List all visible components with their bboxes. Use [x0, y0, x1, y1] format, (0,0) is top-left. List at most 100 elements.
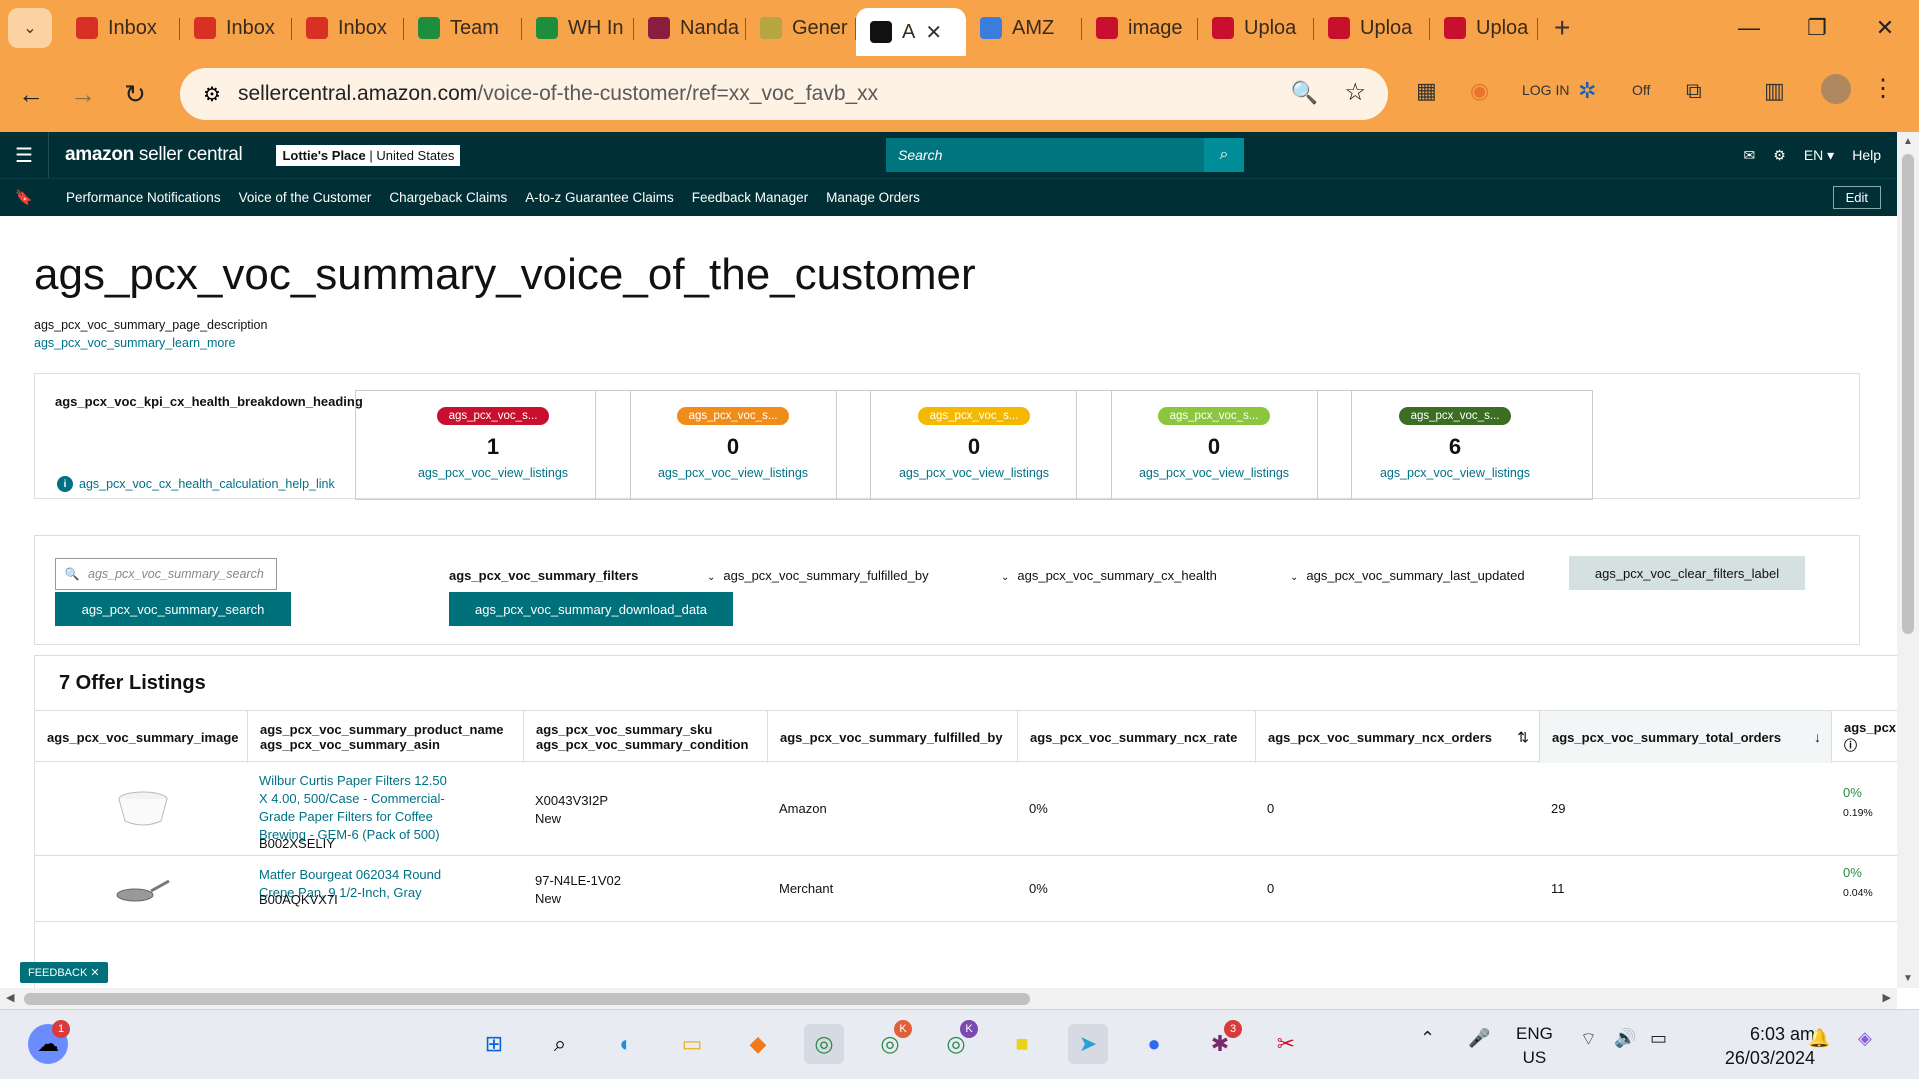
- browser-tab[interactable]: Inbox: [62, 0, 180, 56]
- extensions-puzzle-icon[interactable]: ⧉: [1686, 78, 1702, 104]
- column-header-fulfilled-by[interactable]: ags_pcx_voc_summary_fulfilled_by: [767, 711, 1017, 763]
- browser-tab[interactable]: Team: [404, 0, 522, 56]
- scrollbar-thumb[interactable]: [1902, 154, 1914, 634]
- browser-tab[interactable]: A ✕: [856, 8, 966, 56]
- horizontal-scrollbar[interactable]: ◀ ▶: [0, 988, 1897, 1009]
- close-tab-icon[interactable]: ✕: [925, 20, 942, 45]
- language-selector[interactable]: EN ▾: [1804, 147, 1834, 164]
- learn-more-link[interactable]: ags_pcx_voc_summary_learn_more: [34, 336, 235, 350]
- chrome-profile-k2-icon[interactable]: ◎ K: [936, 1020, 978, 1064]
- side-panel-icon[interactable]: ▥: [1764, 78, 1785, 104]
- view-listings-link[interactable]: ags_pcx_voc_view_listings: [1077, 466, 1351, 480]
- view-listings-link[interactable]: ags_pcx_voc_view_listings: [356, 466, 630, 480]
- chrome-profile-k-icon[interactable]: ◎ K: [870, 1020, 912, 1064]
- weather-widget-icon[interactable]: ☁ 1: [28, 1020, 70, 1064]
- battery-icon[interactable]: ▭: [1650, 1028, 1667, 1049]
- telegram-icon[interactable]: ➤: [1068, 1024, 1108, 1064]
- browser-tab[interactable]: Inbox: [292, 0, 404, 56]
- search-icon[interactable]: ⌕: [1204, 138, 1244, 172]
- nav-link[interactable]: Manage Orders: [826, 190, 920, 205]
- column-header-sku[interactable]: ags_pcx_voc_summary_sku ags_pcx_voc_summa…: [523, 711, 767, 763]
- chrome-icon[interactable]: ◎: [804, 1024, 844, 1064]
- reload-icon[interactable]: ↻: [114, 79, 156, 110]
- profile-avatar[interactable]: [1821, 74, 1851, 104]
- browser-tab[interactable]: image: [1082, 0, 1198, 56]
- nav-link[interactable]: Chargeback Claims: [389, 190, 507, 205]
- wifi-icon[interactable]: ⌔: [1580, 1028, 1597, 1051]
- edge-icon[interactable]: ◐: [606, 1024, 646, 1064]
- extension-circle-icon[interactable]: ◉: [1470, 78, 1489, 104]
- extension-gear-icon[interactable]: ✲: [1578, 78, 1596, 104]
- tab-search-button[interactable]: ⌄: [8, 8, 52, 48]
- sticky-notes-icon[interactable]: ■: [1002, 1024, 1042, 1064]
- settings-gear-icon[interactable]: ⚙: [1773, 147, 1786, 164]
- zoom-icon[interactable]: 🔍: [1291, 80, 1318, 106]
- store-switcher[interactable]: Lottie's Place | United States: [276, 144, 461, 166]
- copilot-icon[interactable]: ◈: [1858, 1028, 1872, 1049]
- volume-icon[interactable]: 🔊: [1614, 1028, 1636, 1049]
- microphone-icon[interactable]: 🎤: [1468, 1028, 1490, 1049]
- help-link[interactable]: Help: [1852, 147, 1881, 163]
- header-search-input[interactable]: Search ⌕: [886, 138, 1244, 172]
- new-tab-button[interactable]: +: [1554, 12, 1570, 44]
- off-extension-icon[interactable]: Off: [1632, 82, 1650, 98]
- sort-icon[interactable]: ⇅: [1517, 729, 1529, 746]
- nav-link[interactable]: Performance Notifications: [66, 190, 221, 205]
- last-updated-dropdown[interactable]: ⌄ ags_pcx_voc_summary_last_updated: [1290, 568, 1525, 583]
- nav-link[interactable]: Voice of the Customer: [239, 190, 372, 205]
- scrollbar-thumb[interactable]: [24, 993, 1030, 1005]
- brave-icon[interactable]: ◆: [738, 1024, 778, 1064]
- clear-filters-button[interactable]: ags_pcx_voc_clear_filters_label: [1569, 556, 1805, 590]
- qr-code-icon[interactable]: ▦: [1416, 78, 1437, 104]
- view-listings-link[interactable]: ags_pcx_voc_view_listings: [1318, 466, 1592, 480]
- zoom-icon[interactable]: ●: [1134, 1024, 1174, 1064]
- cx-health-help-link[interactable]: i ags_pcx_voc_cx_health_calculation_help_…: [57, 476, 335, 492]
- bookmark-star-icon[interactable]: ☆: [1344, 78, 1366, 107]
- input-language[interactable]: ENG US: [1516, 1022, 1553, 1070]
- column-header-product[interactable]: ags_pcx_voc_summary_product_name ags_pcx_…: [247, 711, 523, 763]
- system-clock[interactable]: 6:03 am 26/03/2024: [1725, 1022, 1815, 1070]
- cx-health-dropdown[interactable]: ⌄ ags_pcx_voc_summary_cx_health: [1001, 568, 1217, 583]
- nav-link[interactable]: A-to-z Guarantee Claims: [525, 190, 674, 205]
- mail-icon[interactable]: ✉: [1744, 147, 1756, 164]
- tray-overflow-icon[interactable]: ⌃: [1420, 1028, 1435, 1049]
- column-header-total-orders[interactable]: ags_pcx_voc_summary_total_orders ↓: [1539, 711, 1831, 763]
- file-explorer-icon[interactable]: ▭: [672, 1024, 712, 1064]
- column-header-ncx-orders[interactable]: ags_pcx_voc_summary_ncx_orders ⇅: [1255, 711, 1539, 763]
- windows-start-icon[interactable]: ⊞: [474, 1024, 514, 1064]
- back-icon[interactable]: ←: [10, 79, 52, 110]
- nav-link[interactable]: Feedback Manager: [692, 190, 808, 205]
- site-info-icon[interactable]: ⚙: [192, 82, 232, 107]
- feedback-button[interactable]: FEEDBACK ✕: [20, 962, 108, 983]
- seller-central-logo[interactable]: amazon seller central: [65, 144, 243, 166]
- browser-tab[interactable]: Uploa: [1198, 0, 1314, 56]
- maximize-icon[interactable]: ❐: [1783, 15, 1851, 41]
- column-header-ncx-rate[interactable]: ags_pcx_voc_summary_ncx_rate: [1017, 711, 1255, 763]
- product-image[interactable]: [115, 869, 171, 909]
- address-bar[interactable]: ⚙ sellercentral.amazon.com/voice-of-the-…: [180, 68, 1388, 120]
- download-data-button[interactable]: ags_pcx_voc_summary_download_data: [449, 592, 733, 626]
- browser-tab[interactable]: Inbox: [180, 0, 292, 56]
- sort-descending-icon[interactable]: ↓: [1814, 729, 1821, 745]
- view-listings-link[interactable]: ags_pcx_voc_view_listings: [596, 466, 870, 480]
- notification-bell-icon[interactable]: 🔔: [1808, 1028, 1830, 1049]
- browser-tab[interactable]: Nanda: [634, 0, 746, 56]
- close-window-icon[interactable]: ✕: [1851, 15, 1919, 41]
- search-button[interactable]: ags_pcx_voc_summary_search: [55, 592, 291, 626]
- product-name-link[interactable]: Wilbur Curtis Paper Filters 12.50 X 4.00…: [259, 772, 459, 844]
- browser-tab[interactable]: WH In: [522, 0, 634, 56]
- fulfilled-by-dropdown[interactable]: ⌄ ags_pcx_voc_summary_fulfilled_by: [707, 568, 929, 583]
- listing-search-input[interactable]: 🔍 ags_pcx_voc_summary_search: [55, 558, 277, 590]
- browser-tab[interactable]: Gener: [746, 0, 856, 56]
- column-header-extra[interactable]: ags_pcx ⓘ: [1831, 711, 1897, 763]
- snipping-tool-icon[interactable]: ✂: [1266, 1024, 1306, 1064]
- view-listings-link[interactable]: ags_pcx_voc_view_listings: [837, 466, 1111, 480]
- browser-tab[interactable]: Uploa: [1314, 0, 1430, 56]
- minimize-icon[interactable]: —: [1715, 15, 1783, 41]
- vertical-scrollbar[interactable]: ▲ ▼: [1897, 132, 1919, 988]
- browser-tab[interactable]: Uploa: [1430, 0, 1538, 56]
- forward-icon[interactable]: →: [62, 79, 104, 110]
- browser-menu-icon[interactable]: ⋮: [1871, 74, 1895, 103]
- hamburger-menu-icon[interactable]: ☰: [0, 143, 48, 168]
- browser-tab[interactable]: AMZ: [966, 0, 1082, 56]
